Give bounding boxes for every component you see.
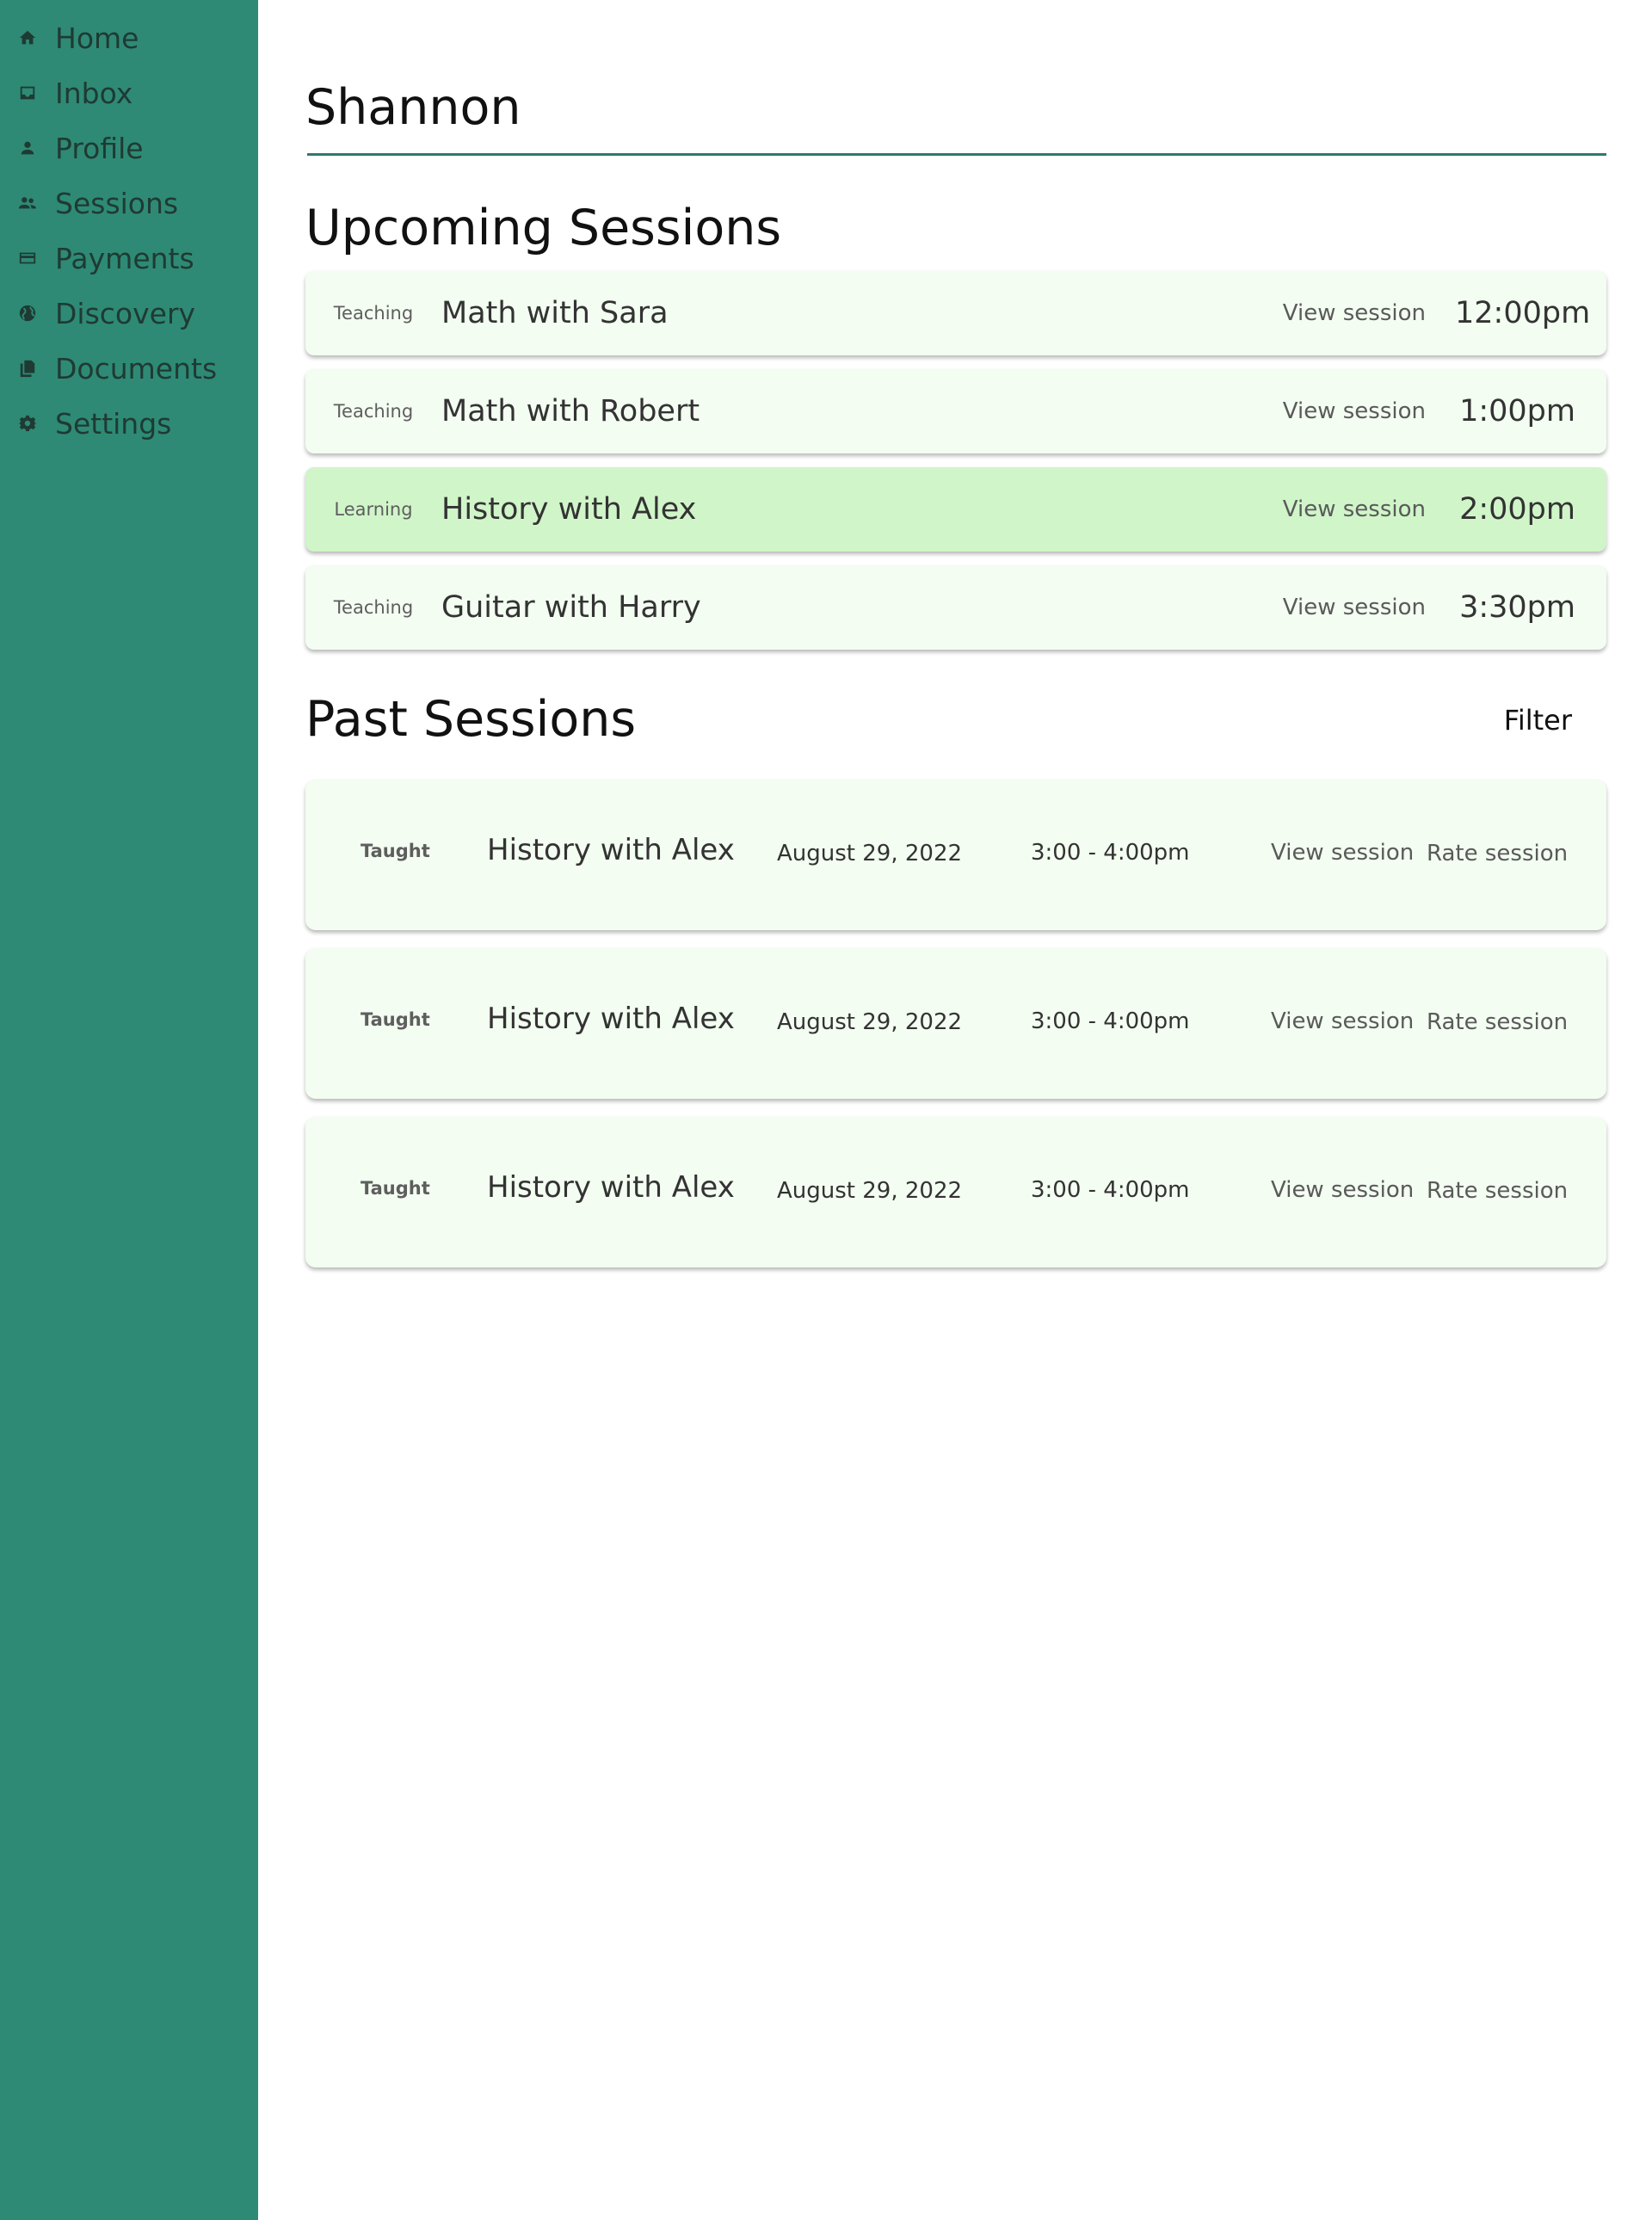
session-role: Teaching	[333, 597, 414, 618]
session-name: History with Alex	[487, 1170, 735, 1205]
view-session-link[interactable]: View session	[1283, 496, 1426, 522]
session-role: Taught	[361, 841, 430, 861]
past-session-card: Taught History with Alex August 29, 2022…	[305, 948, 1606, 1099]
past-session-card: Taught History with Alex August 29, 2022…	[305, 780, 1606, 930]
session-role: Taught	[361, 1009, 430, 1030]
upcoming-session-card: Teaching Math with Robert View session 1…	[305, 369, 1606, 453]
session-role: Teaching	[333, 303, 414, 324]
page-title: Shannon	[305, 79, 521, 136]
session-date: August 29, 2022	[777, 841, 963, 866]
rate-session-link[interactable]: Rate session	[1427, 1009, 1568, 1035]
documents-icon	[17, 358, 38, 379]
sidebar-item-sessions[interactable]: Sessions	[0, 176, 258, 231]
session-role: Taught	[361, 1178, 430, 1199]
globe-icon	[17, 303, 38, 324]
title-divider	[307, 153, 1606, 156]
session-date: August 29, 2022	[777, 1009, 963, 1035]
session-name: History with Alex	[487, 1002, 735, 1036]
sidebar-item-label: Settings	[55, 406, 172, 441]
session-time: 3:00 - 4:00pm	[1031, 1008, 1190, 1034]
person-icon	[17, 138, 38, 158]
past-session-card: Taught History with Alex August 29, 2022…	[305, 1117, 1606, 1267]
rate-session-link[interactable]: Rate session	[1427, 841, 1568, 866]
sidebar-item-discovery[interactable]: Discovery	[0, 286, 258, 341]
sidebar-item-settings[interactable]: Settings	[0, 396, 258, 451]
upcoming-sessions-heading: Upcoming Sessions	[305, 200, 782, 256]
sidebar-item-label: Sessions	[55, 186, 179, 220]
session-time: 3:30pm	[1459, 590, 1575, 625]
view-session-link[interactable]: View session	[1271, 840, 1414, 866]
sidebar-item-profile[interactable]: Profile	[0, 120, 258, 176]
inbox-icon	[17, 83, 38, 103]
session-time: 3:00 - 4:00pm	[1031, 840, 1190, 866]
session-name: Guitar with Harry	[441, 590, 701, 625]
upcoming-session-card: Teaching Guitar with Harry View session …	[305, 565, 1606, 650]
sidebar-item-label: Documents	[55, 351, 218, 385]
view-session-link[interactable]: View session	[1283, 595, 1426, 620]
gear-icon	[17, 413, 38, 434]
sidebar-item-home[interactable]: Home	[0, 10, 258, 65]
people-icon	[17, 193, 38, 213]
view-session-link[interactable]: View session	[1271, 1008, 1414, 1034]
session-role: Teaching	[333, 401, 414, 422]
session-name: History with Alex	[441, 492, 697, 527]
session-name: History with Alex	[487, 833, 735, 867]
sidebar-item-documents[interactable]: Documents	[0, 341, 258, 396]
session-role: Learning	[334, 499, 413, 520]
session-name: Math with Sara	[441, 296, 669, 330]
sidebar-item-inbox[interactable]: Inbox	[0, 65, 258, 120]
view-session-link[interactable]: View session	[1271, 1177, 1414, 1203]
sidebar-item-label: Payments	[55, 241, 194, 275]
past-sessions-heading: Past Sessions	[305, 691, 637, 748]
sidebar: Home Inbox Profile Sessions Payments Dis…	[0, 0, 258, 2220]
session-time: 1:00pm	[1459, 394, 1575, 429]
sidebar-item-label: Home	[55, 21, 139, 55]
sidebar-item-label: Inbox	[55, 76, 133, 110]
upcoming-session-card: Teaching Math with Sara View session 12:…	[305, 271, 1606, 355]
credit-card-icon	[17, 248, 38, 268]
session-time: 2:00pm	[1459, 492, 1575, 527]
view-session-link[interactable]: View session	[1283, 398, 1426, 424]
sidebar-item-label: Discovery	[55, 296, 196, 330]
session-time: 12:00pm	[1455, 296, 1591, 330]
session-name: Math with Robert	[441, 394, 700, 429]
filter-button[interactable]: Filter	[1504, 704, 1572, 737]
view-session-link[interactable]: View session	[1283, 300, 1426, 326]
sidebar-item-payments[interactable]: Payments	[0, 231, 258, 286]
sidebar-item-label: Profile	[55, 131, 144, 165]
upcoming-session-card: Learning History with Alex View session …	[305, 467, 1606, 552]
rate-session-link[interactable]: Rate session	[1427, 1178, 1568, 1204]
session-time: 3:00 - 4:00pm	[1031, 1177, 1190, 1203]
session-date: August 29, 2022	[777, 1178, 963, 1204]
home-icon	[17, 28, 38, 48]
